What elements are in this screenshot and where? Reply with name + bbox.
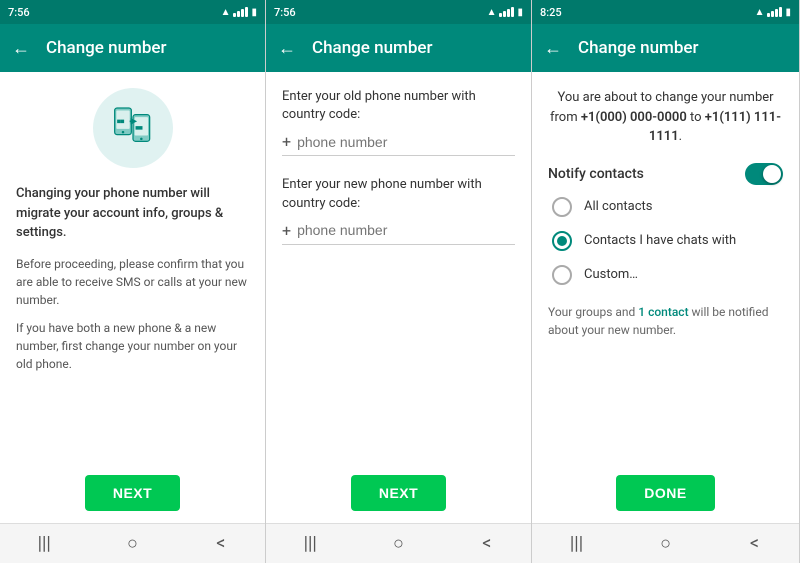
back-button-2[interactable]: ← bbox=[278, 38, 296, 59]
sub-text-2: If you have both a new phone & a new num… bbox=[16, 319, 249, 373]
battery-icon-2: ▮ bbox=[517, 7, 523, 18]
radio-custom[interactable]: Custom… bbox=[548, 265, 783, 285]
old-phone-input[interactable] bbox=[297, 134, 515, 150]
change-info-text: You are about to change your number from… bbox=[548, 88, 783, 147]
notify-row: Notify contacts bbox=[548, 163, 783, 185]
bottom-area-1: NEXT bbox=[0, 463, 265, 523]
nav-bar-3: ||| ○ < bbox=[532, 523, 799, 563]
radio-outer-2 bbox=[552, 231, 572, 251]
signal-icon-3 bbox=[767, 7, 782, 17]
groups-prefix: Your groups and bbox=[548, 305, 638, 319]
app-bar-1: ← Change number bbox=[0, 24, 265, 72]
menu-nav-1[interactable]: ||| bbox=[24, 529, 64, 559]
main-description: Changing your phone number will migrate … bbox=[16, 184, 249, 243]
battery-icon-3: ▮ bbox=[785, 7, 791, 18]
status-bar-2: 7:56 ▲ ▮ bbox=[266, 0, 531, 24]
info-middle: to bbox=[687, 110, 705, 125]
radio-all-contacts[interactable]: All contacts bbox=[548, 197, 783, 217]
panel-2: 7:56 ▲ ▮ ← Change number Enter your old … bbox=[266, 0, 532, 563]
radio-label-3: Custom… bbox=[584, 267, 638, 282]
panel-1: 7:56 ▲ ▮ ← Change number bbox=[0, 0, 266, 563]
phone-change-icon: ■■ ■■ bbox=[108, 103, 158, 153]
home-nav-2[interactable]: ○ bbox=[378, 529, 418, 559]
done-button[interactable]: DONE bbox=[616, 475, 714, 511]
nav-bar-2: ||| ○ < bbox=[266, 523, 531, 563]
content-1: ■■ ■■ Changing your phone number will mi… bbox=[0, 72, 265, 463]
new-number-input-row: + bbox=[282, 221, 515, 245]
groups-notify-text: Your groups and 1 contact will be notifi… bbox=[548, 303, 783, 339]
bottom-area-3: DONE bbox=[532, 463, 799, 523]
phone-icon-bg: ■■ ■■ bbox=[93, 88, 173, 168]
info-suffix: . bbox=[679, 129, 682, 144]
radio-label-2: Contacts I have chats with bbox=[584, 233, 736, 248]
new-plus-sign: + bbox=[282, 221, 291, 240]
radio-outer-3 bbox=[552, 265, 572, 285]
wifi-icon-3: ▲ bbox=[755, 7, 765, 18]
status-time-1: 7:56 bbox=[8, 6, 30, 19]
old-number-display: +1(000) 000-0000 bbox=[581, 110, 687, 125]
next-button-1[interactable]: NEXT bbox=[85, 475, 180, 511]
signal-icon bbox=[233, 7, 248, 17]
radio-chats-contacts[interactable]: Contacts I have chats with bbox=[548, 231, 783, 251]
app-bar-3: ← Change number bbox=[532, 24, 799, 72]
back-nav-3[interactable]: < bbox=[735, 529, 775, 559]
radio-outer-1 bbox=[552, 197, 572, 217]
old-number-input-row: + bbox=[282, 132, 515, 156]
status-icons-1: ▲ ▮ bbox=[221, 7, 257, 18]
home-nav-3[interactable]: ○ bbox=[646, 529, 686, 559]
app-bar-2: ← Change number bbox=[266, 24, 531, 72]
content-3: You are about to change your number from… bbox=[532, 72, 799, 463]
back-nav-2[interactable]: < bbox=[467, 529, 507, 559]
status-icons-3: ▲ ▮ bbox=[755, 7, 791, 18]
radio-inner-2 bbox=[557, 236, 567, 246]
wifi-icon: ▲ bbox=[221, 7, 231, 18]
next-button-2[interactable]: NEXT bbox=[351, 475, 446, 511]
back-button-3[interactable]: ← bbox=[544, 38, 562, 59]
content-2: Enter your old phone number with country… bbox=[266, 72, 531, 463]
nav-bar-1: ||| ○ < bbox=[0, 523, 265, 563]
panel-3: 8:25 ▲ ▮ ← Change number You are about t… bbox=[532, 0, 800, 563]
status-bar-3: 8:25 ▲ ▮ bbox=[532, 0, 799, 24]
contact-link[interactable]: 1 contact bbox=[638, 305, 688, 319]
notify-toggle[interactable] bbox=[745, 163, 783, 185]
svg-text:■■: ■■ bbox=[135, 126, 143, 132]
status-time-3: 8:25 bbox=[540, 6, 562, 19]
toggle-knob bbox=[763, 165, 781, 183]
home-nav-1[interactable]: ○ bbox=[112, 529, 152, 559]
app-title-2: Change number bbox=[312, 38, 433, 58]
status-time-2: 7:56 bbox=[274, 6, 296, 19]
svg-text:■■: ■■ bbox=[117, 119, 125, 125]
signal-icon-2 bbox=[499, 7, 514, 17]
new-number-label: Enter your new phone number with country… bbox=[282, 176, 515, 212]
wifi-icon-2: ▲ bbox=[487, 7, 497, 18]
status-bar-1: 7:56 ▲ ▮ bbox=[0, 0, 265, 24]
battery-icon: ▮ bbox=[251, 7, 257, 18]
app-title-3: Change number bbox=[578, 38, 699, 58]
old-plus-sign: + bbox=[282, 132, 291, 151]
new-phone-input[interactable] bbox=[297, 222, 515, 238]
radio-label-1: All contacts bbox=[584, 199, 653, 214]
menu-nav-3[interactable]: ||| bbox=[557, 529, 597, 559]
back-button-1[interactable]: ← bbox=[12, 38, 30, 59]
status-icons-2: ▲ ▮ bbox=[487, 7, 523, 18]
phone-icon-container: ■■ ■■ bbox=[16, 88, 249, 168]
bottom-area-2: NEXT bbox=[266, 463, 531, 523]
back-nav-1[interactable]: < bbox=[201, 529, 241, 559]
old-number-label: Enter your old phone number with country… bbox=[282, 88, 515, 124]
app-title-1: Change number bbox=[46, 38, 167, 58]
notify-contacts-label: Notify contacts bbox=[548, 166, 644, 182]
menu-nav-2[interactable]: ||| bbox=[290, 529, 330, 559]
sub-text-1: Before proceeding, please confirm that y… bbox=[16, 255, 249, 309]
